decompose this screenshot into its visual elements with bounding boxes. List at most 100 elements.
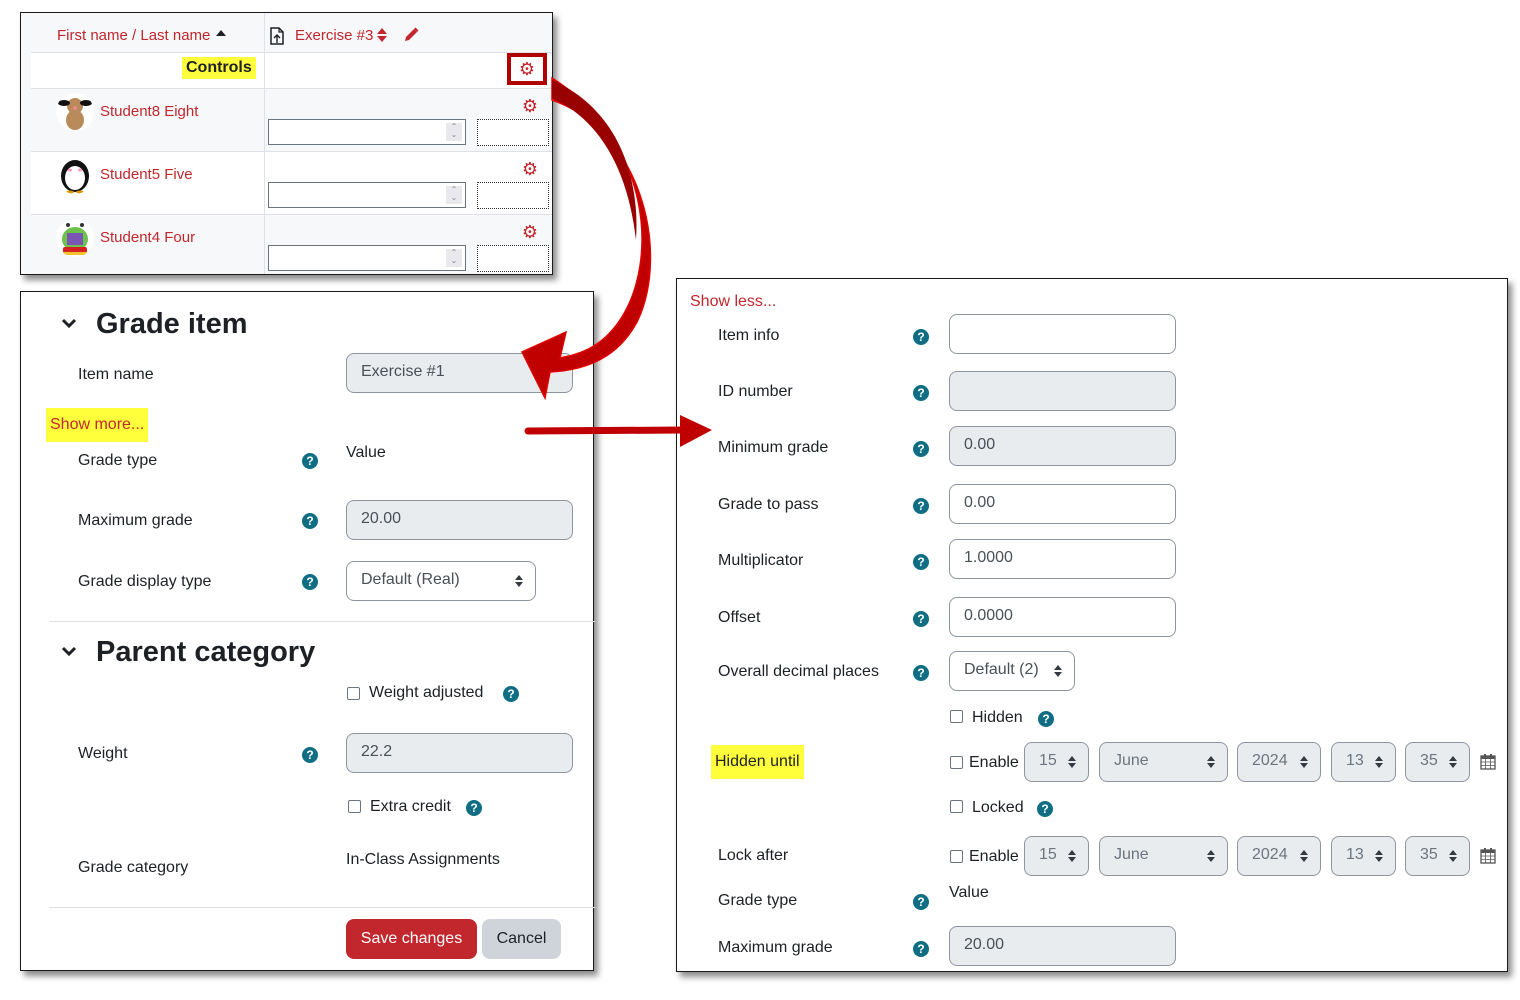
- day-select[interactable]: 15: [1024, 836, 1089, 876]
- feedback-box[interactable]: [477, 119, 549, 146]
- help-icon[interactable]: ?: [913, 329, 929, 345]
- help-icon[interactable]: ?: [1037, 801, 1053, 817]
- minute-value: 35: [1420, 846, 1438, 863]
- calendar-icon[interactable]: [1480, 847, 1496, 864]
- help-icon[interactable]: ?: [913, 611, 929, 627]
- gear-icon[interactable]: ⚙: [521, 160, 539, 178]
- month-select[interactable]: June: [1099, 836, 1228, 876]
- help-icon[interactable]: ?: [913, 385, 929, 401]
- max-grade-label: Maximum grade: [718, 939, 833, 956]
- decimal-places-select[interactable]: Default (2): [949, 651, 1075, 691]
- display-type-select[interactable]: Default (Real): [346, 561, 536, 601]
- hour-select[interactable]: 13: [1331, 836, 1396, 876]
- weight-field[interactable]: 22.2: [346, 733, 573, 773]
- display-type-value: Default (Real): [361, 571, 460, 588]
- enable-label: Enable: [969, 754, 1019, 771]
- help-icon[interactable]: ?: [913, 941, 929, 957]
- section-title-parent-category: Parent category: [96, 636, 316, 668]
- offset-field[interactable]: 0.0000: [949, 597, 1176, 637]
- select-arrows-icon: [1207, 850, 1215, 862]
- hidden-checkbox[interactable]: [950, 710, 963, 723]
- help-icon[interactable]: ?: [1038, 711, 1054, 727]
- max-grade-field[interactable]: 20.00: [949, 926, 1176, 966]
- save-changes-button[interactable]: Save changes: [346, 919, 477, 959]
- lock-after-date-selector: Enable 15 June 2024 13 35: [949, 836, 1509, 876]
- help-icon[interactable]: ?: [913, 498, 929, 514]
- grade-item-form: Grade item Item name Exercise #1 Show mo…: [20, 291, 595, 971]
- sort-ascending-icon: [216, 30, 227, 36]
- spinner-control[interactable]: ⌃ ⌄: [446, 123, 462, 141]
- grade-type-label: Grade type: [78, 452, 158, 469]
- show-less-link[interactable]: Show less...: [690, 293, 776, 311]
- student-name-link[interactable]: Student4 Four: [100, 229, 195, 246]
- hour-select[interactable]: 13: [1331, 742, 1396, 782]
- minute-select[interactable]: 35: [1405, 836, 1470, 876]
- feedback-box[interactable]: [477, 245, 549, 272]
- item-info-field[interactable]: [949, 314, 1176, 354]
- year-select[interactable]: 2024: [1237, 836, 1321, 876]
- offset-label: Offset: [718, 609, 761, 626]
- minute-value: 35: [1420, 752, 1438, 769]
- year-value: 2024: [1252, 752, 1288, 769]
- lock-after-enable-checkbox[interactable]: [950, 850, 963, 863]
- feedback-box[interactable]: [477, 182, 549, 209]
- help-icon[interactable]: ?: [913, 554, 929, 570]
- dog-avatar: [56, 93, 94, 131]
- gear-icon[interactable]: ⚙: [521, 97, 539, 115]
- student-name-link[interactable]: Student8 Eight: [100, 103, 198, 120]
- grade-type-label: Grade type: [718, 892, 798, 909]
- month-select[interactable]: June: [1099, 742, 1228, 782]
- decimal-places-value: Default (2): [964, 661, 1039, 678]
- grade-input[interactable]: ⌃ ⌄: [268, 119, 466, 145]
- edit-pencil-icon[interactable]: [403, 27, 419, 43]
- enable-label: Enable: [969, 848, 1019, 865]
- help-icon[interactable]: ?: [913, 665, 929, 681]
- extra-credit-label: Extra credit: [370, 798, 451, 815]
- spinner-control[interactable]: ⌃ ⌄: [446, 249, 462, 267]
- sort-by-name-link[interactable]: First name / Last name: [57, 27, 227, 44]
- select-arrows-icon: [1207, 756, 1215, 768]
- spinner-control[interactable]: ⌃ ⌄: [446, 186, 462, 204]
- show-more-link[interactable]: Show more...: [46, 408, 149, 442]
- help-icon[interactable]: ?: [913, 894, 929, 910]
- locked-checkbox[interactable]: [950, 800, 963, 813]
- help-icon[interactable]: ?: [302, 574, 318, 590]
- item-name-field[interactable]: Exercise #1: [346, 353, 573, 393]
- gear-icon[interactable]: ⚙: [521, 223, 539, 241]
- section-title-grade-item: Grade item: [96, 308, 248, 340]
- help-icon[interactable]: ?: [503, 686, 519, 702]
- student-name-link[interactable]: Student5 Five: [100, 166, 193, 183]
- help-icon[interactable]: ?: [913, 441, 929, 457]
- lock-after-label: Lock after: [718, 847, 789, 864]
- id-number-field[interactable]: [949, 371, 1176, 411]
- help-icon[interactable]: ?: [466, 800, 482, 816]
- month-value: June: [1114, 752, 1149, 769]
- hidden-until-enable-checkbox[interactable]: [950, 756, 963, 769]
- year-select[interactable]: 2024: [1237, 742, 1321, 782]
- select-arrows-icon: [1054, 665, 1062, 677]
- multiplicator-field[interactable]: 1.0000: [949, 539, 1176, 579]
- calendar-icon[interactable]: [1480, 753, 1496, 770]
- extra-credit-checkbox[interactable]: [348, 800, 361, 813]
- grade-item-header-link[interactable]: Exercise #3: [295, 27, 388, 44]
- min-grade-field[interactable]: 0.00: [949, 426, 1176, 466]
- minute-select[interactable]: 35: [1405, 742, 1470, 782]
- display-type-label: Grade display type: [78, 573, 212, 590]
- help-icon[interactable]: ?: [302, 453, 318, 469]
- controls-label: Controls: [182, 57, 256, 79]
- select-arrows-icon: [1300, 756, 1308, 768]
- max-grade-field[interactable]: 20.00: [346, 500, 573, 540]
- day-select[interactable]: 15: [1024, 742, 1089, 782]
- grade-to-pass-field[interactable]: 0.00: [949, 484, 1176, 524]
- grade-input[interactable]: ⌃ ⌄: [268, 182, 466, 208]
- help-icon[interactable]: ?: [302, 513, 318, 529]
- grade-input[interactable]: ⌃ ⌄: [268, 245, 466, 271]
- collapse-chevron-icon[interactable]: [61, 318, 77, 330]
- sort-icon[interactable]: [377, 28, 388, 42]
- help-icon[interactable]: ?: [302, 747, 318, 763]
- weight-adjusted-checkbox[interactable]: [347, 687, 360, 700]
- cancel-button[interactable]: Cancel: [482, 919, 561, 959]
- select-arrows-icon: [1449, 756, 1457, 768]
- collapse-chevron-icon[interactable]: [61, 646, 77, 658]
- gear-icon[interactable]: ⚙: [518, 60, 536, 78]
